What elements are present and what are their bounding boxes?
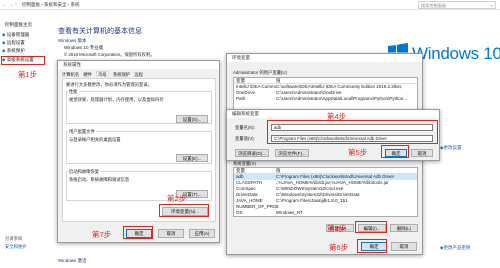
highlight-ok-step6 [357,239,387,253]
change-settings-label: 更改设置 [443,145,462,150]
sidebar-item-label: 远程设置 [6,40,25,45]
shield-icon: ◆ [2,32,6,37]
nav-arrows[interactable]: ← → ↑ [2,2,17,8]
highlight-ok-step7 [123,226,153,239]
step-2-label: 第2步 [167,194,187,203]
step-5-label: 第5步 [348,148,368,157]
col-variable: 变量 [236,78,245,83]
windows-logo-text: Windows 10 [412,44,500,63]
browse-directory-button[interactable]: 浏览目录(D)... [235,149,269,157]
cell-name: OS [236,210,243,215]
highlight-edit-button [355,221,387,233]
edition-value: Windows 10 专业版 [64,45,104,50]
sidebar-item-protection[interactable]: ◆ 系统保护 [2,48,25,54]
col-value: 值 [276,78,281,83]
table-row[interactable]: OS Windows_NT [234,210,417,216]
breadcrumb-item[interactable]: 系统 [71,2,80,7]
step-1-label: 第1步 [18,70,38,79]
step-4-label: 第4步 [327,112,347,121]
sidebar-see-also: 另请参阅 [5,236,23,241]
cancel-button[interactable]: 取消 [411,149,433,157]
startup-title: 启动和故障恢复 [68,169,101,175]
search-icon: ⌕ [490,3,493,8]
breadcrumb-item[interactable]: 控制面板 [22,2,40,7]
change-key-label: 更改产品密钥 [443,245,471,250]
system-vars-table: 变量 值 adb C:\Program Files (x86)\Clockwor… [233,167,418,217]
dialog-title: 系统属性 [63,62,81,67]
tab-advanced[interactable]: 高级 [96,71,109,77]
shield-icon: ◆ [2,40,6,45]
performance-desc: 视觉效果，处理器计划，内存使用，以及虚拟内存 [69,97,164,102]
cancel-button[interactable]: 取消 [391,242,417,251]
page-title: 查看有关计算机的基本信息 [58,28,142,35]
breadcrumb[interactable]: 控制面板 › 系统和安全 › 系统 [22,2,80,8]
apply-button[interactable]: 应用(A) [189,229,215,238]
dialog-title: 环境变量 [232,55,250,60]
cell-value: Windows_NT [276,210,303,215]
sidebar-item-remote[interactable]: ◆ 远程设置 [2,40,25,46]
edition-label: Windows 版本 [58,38,87,43]
dialog-titlebar: 环境变量 [227,54,422,62]
copyright-text: © 2018 Microsoft Corporation。保留所有权利。 [64,52,155,57]
profile-title: 用户配置文件 [68,129,96,135]
sidebar-item-device-manager[interactable]: ◆ 设备管理器 [2,32,29,38]
sidebar-item-label: 系统保护 [6,48,25,53]
sidebar-home[interactable]: 控制面板主页 [5,22,32,28]
sidebar-security-link[interactable]: 安全和维护 [5,244,26,250]
delete-variable-button[interactable]: 删除(L) [390,224,418,232]
highlight-input-fields [267,120,438,144]
tab-system-protection[interactable]: 系统保护 [113,72,130,77]
tab-computer-name[interactable]: 计算机名 [62,72,79,77]
tab-strip: 计算机名 硬件 高级 系统保护 远程 [62,71,216,78]
dialog-title: 编辑系统变量 [232,111,259,116]
dialog-titlebar: 系统属性 [58,61,219,69]
variable-name-label: 变量名(N): [235,125,256,130]
cancel-button[interactable]: 取消 [158,229,184,238]
search-placeholder: 搜索控制面板 [421,3,447,8]
browse-file-button[interactable]: 浏览文件(F)... [275,149,309,157]
search-input[interactable]: 搜索控制面板 ⌕ [418,1,496,9]
user-vars-table: 变量 值 IntelliJ IDEA Community ... C:\soft… [233,77,418,111]
profile-settings-button[interactable]: 设置(E)... [176,154,208,162]
activation-label: Windows 激活 [58,258,87,263]
breadcrumb-item[interactable]: 系统和安全 [44,2,67,7]
highlight-edit-ok [381,145,409,158]
startup-desc: 系统启动、系统故障和调试信息 [69,177,130,182]
cell-name: Path [236,96,246,101]
sidebar-item-label: 设备管理器 [6,32,30,37]
step-6-label: 第6步 [329,243,349,252]
user-vars-label: Administrator 的用户变量(U) [233,70,287,75]
step-3-label: 第3步 [327,224,347,233]
tab-remote[interactable]: 远程 [134,72,143,77]
change-key-link[interactable]: ◆更改产品密钥 [440,245,470,251]
col-value: 值 [276,168,281,173]
step-7-label: 第7步 [92,230,112,239]
performance-settings-button[interactable]: 设置(S)... [176,115,208,123]
admin-note: 要进行大多数更改，你必须作为管理员登录。 [66,82,152,87]
highlight-advanced-settings [1,56,45,65]
tab-hardware[interactable]: 硬件 [83,72,92,77]
variable-value-label: 变量值(V): [235,136,255,141]
change-settings-link[interactable]: ◆更改设置 [440,145,461,151]
shield-icon: ◆ [2,48,6,53]
col-variable: 变量 [236,168,245,173]
performance-title: 性能 [68,89,79,95]
table-row[interactable]: Path C:\Users\Administrator\AppData\Loca… [234,96,417,102]
profile-desc: 与登录帐户相关的桌面设置 [69,137,121,142]
highlight-env-button [159,204,209,217]
cell-value: C:\Users\Administrator\AppData\Local\Pro… [276,96,408,101]
